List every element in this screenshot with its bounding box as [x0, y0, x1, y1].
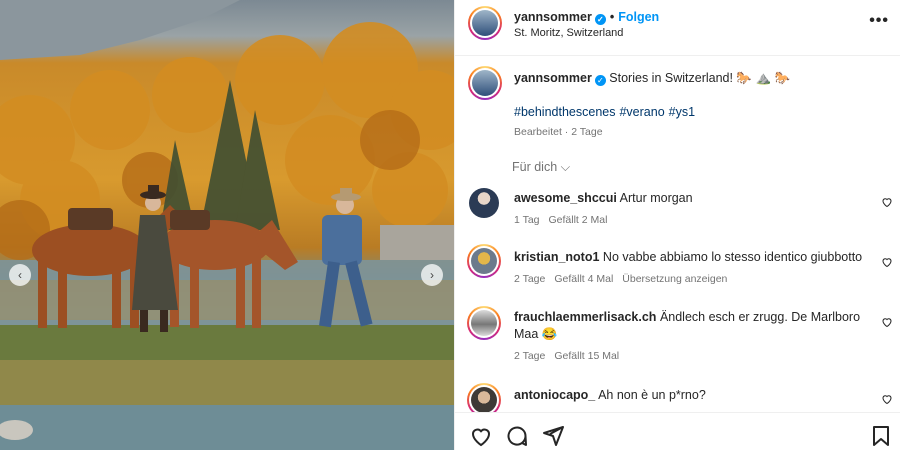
separator-dot: •: [609, 10, 615, 24]
heart-icon[interactable]: [881, 393, 893, 405]
commenter-avatar[interactable]: [467, 306, 501, 340]
translate-button[interactable]: Übersetzung anzeigen: [622, 273, 727, 285]
comment-username[interactable]: awesome_shccui: [514, 191, 617, 205]
comment-meta: 2 Tage Gefällt 4 Mal Übersetzung anzeigen: [514, 273, 736, 285]
comment-sort-dropdown[interactable]: Für dich ⌵: [512, 160, 570, 175]
caption-line: yannsommer ✓ Stories in Switzerland! 🐎 ⛰️…: [514, 71, 790, 86]
verified-icon: ✓: [594, 14, 606, 25]
commenter-avatar[interactable]: [469, 188, 499, 218]
comment-body: awesome_shccui Artur morgan: [514, 190, 864, 207]
verified-icon: ✓: [594, 75, 606, 86]
comment-age: 2 Tage: [514, 273, 546, 285]
comment-text: No vabbe abbiamo lo stesso identico giub…: [602, 250, 863, 264]
comment-age: 2 Tage: [514, 350, 546, 362]
post-details-panel: yannsommer ✓ • Folgen St. Moritz, Switzerla…: [454, 0, 900, 450]
comment-meta: 1 Tag Gefällt 2 Mal: [514, 214, 616, 226]
comment-likes[interactable]: Gefällt 2 Mal: [549, 214, 608, 226]
comment-likes[interactable]: Gefällt 15 Mal: [554, 350, 619, 362]
comment-likes[interactable]: Gefällt 4 Mal: [554, 273, 613, 285]
share-icon[interactable]: [541, 424, 565, 448]
bookmark-icon[interactable]: [869, 424, 893, 448]
comment-body: antoniocapo_ Ah non è un p*rno?: [514, 387, 864, 404]
comment-meta: 2 Tage Gefällt 15 Mal: [514, 350, 628, 362]
comment-username[interactable]: kristian_noto1: [514, 250, 599, 264]
hashtags: #behindthescenes #verano #ys1: [514, 105, 699, 119]
post-header: yannsommer ✓ • Folgen St. Moritz, Switzerla…: [455, 0, 900, 56]
caption-text: Stories in Switzerland! 🐎 ⛰️ 🐎: [609, 71, 791, 85]
comment-username[interactable]: antoniocapo_: [514, 388, 595, 402]
commenter-avatar[interactable]: [467, 244, 501, 278]
heart-icon[interactable]: [881, 316, 893, 328]
comment-username[interactable]: frauchlaemmerlisack.ch: [514, 310, 656, 324]
author-username[interactable]: yannsommer: [514, 10, 592, 24]
post-image: ‹ ›: [0, 0, 454, 450]
hashtag-link[interactable]: #ys1: [669, 105, 695, 119]
post-action-bar: [455, 412, 900, 450]
hashtag-link[interactable]: #verano: [619, 105, 664, 119]
comment-icon[interactable]: [505, 424, 529, 448]
author-avatar[interactable]: [468, 6, 502, 40]
comment-body: kristian_noto1 No vabbe abbiamo lo stess…: [514, 249, 864, 266]
comment-body: frauchlaemmerlisack.ch Ändlech esch er z…: [514, 309, 864, 343]
comment-age: 1 Tag: [514, 214, 540, 226]
comment-text: Ah non è un p*rno?: [598, 388, 706, 402]
more-icon[interactable]: •••: [869, 12, 889, 30]
heart-icon[interactable]: [881, 196, 893, 208]
post-location[interactable]: St. Moritz, Switzerland: [514, 27, 623, 39]
heart-icon[interactable]: [881, 256, 893, 268]
caption-username[interactable]: yannsommer: [514, 71, 592, 85]
author-line: yannsommer ✓ • Folgen: [514, 10, 659, 25]
caption-avatar[interactable]: [468, 66, 502, 100]
hashtag-link[interactable]: #behindthescenes: [514, 105, 615, 119]
previous-slide-button[interactable]: ‹: [9, 264, 31, 286]
caption-meta: Bearbeitet · 2 Tage: [514, 126, 603, 138]
next-slide-button[interactable]: ›: [421, 264, 443, 286]
heart-icon[interactable]: [469, 424, 493, 448]
landscape-illustration: [0, 0, 454, 450]
comment-text: Artur morgan: [619, 191, 693, 205]
follow-button[interactable]: Folgen: [618, 10, 659, 24]
